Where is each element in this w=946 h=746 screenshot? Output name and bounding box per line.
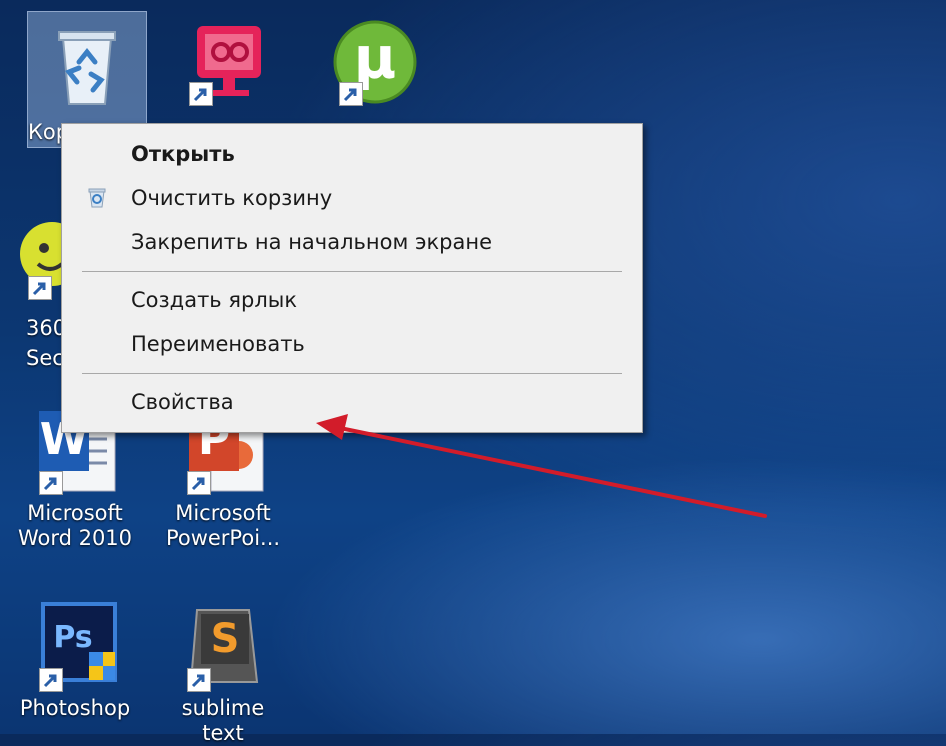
- menu-item-label: Закрепить на начальном экране: [131, 230, 493, 254]
- shortcut-arrow-icon: [39, 668, 63, 692]
- menu-item-label: Очистить корзину: [131, 186, 333, 210]
- recycle-bin-icon: [41, 18, 133, 110]
- app-red-desktop-icon[interactable]: [170, 18, 288, 118]
- menu-item-label: Свойства: [131, 390, 234, 414]
- shortcut-arrow-icon: [189, 82, 213, 106]
- sublime-glyph: S: [210, 616, 240, 662]
- shortcut-arrow-icon: [187, 668, 211, 692]
- 360-label-line2: Sec: [26, 346, 64, 370]
- menu-item-pin-to-start[interactable]: Закрепить на начальном экране: [62, 222, 642, 262]
- powerpoint-label-line1: Microsoft: [175, 501, 271, 525]
- shortcut-arrow-icon: [39, 471, 63, 495]
- monitor-app-icon: [183, 18, 275, 110]
- photoshop-desktop-icon[interactable]: Ps Photoshop: [16, 600, 134, 734]
- word-label-line2: Word 2010: [17, 526, 133, 550]
- shortcut-arrow-icon: [339, 82, 363, 106]
- menu-item-open[interactable]: Открыть: [62, 134, 642, 174]
- menu-item-label: Открыть: [131, 142, 235, 166]
- word-label-line1: Microsoft: [27, 501, 123, 525]
- context-menu: Открыть Очистить корзину Закрепить на на…: [61, 123, 643, 433]
- desktop: Кор µ 360 Sec W Microsoft Word 2010 P Mi…: [0, 0, 946, 745]
- photoshop-glyph: Ps: [53, 620, 93, 655]
- menu-item-empty-recycle-bin[interactable]: Очистить корзину: [62, 178, 642, 218]
- sublime-label: sublime text: [181, 696, 265, 745]
- shortcut-arrow-icon: [28, 276, 52, 300]
- powerpoint-label-line2: PowerPoi...: [165, 526, 281, 550]
- shortcut-arrow-icon: [187, 471, 211, 495]
- menu-item-properties[interactable]: Свойства: [62, 382, 642, 422]
- utorrent-icon: µ: [329, 18, 421, 110]
- menu-item-create-shortcut[interactable]: Создать ярлык: [62, 280, 642, 320]
- utorrent-desktop-icon[interactable]: µ: [316, 18, 434, 118]
- sublime-desktop-icon[interactable]: S sublime text: [164, 600, 282, 745]
- menu-separator: [82, 271, 622, 272]
- menu-item-label: Создать ярлык: [131, 288, 298, 312]
- menu-item-rename[interactable]: Переименовать: [62, 324, 642, 364]
- recycle-bin-icon: [86, 187, 108, 209]
- sublime-text-icon: S: [177, 600, 269, 692]
- menu-item-label: Переименовать: [131, 332, 305, 356]
- photoshop-icon: Ps: [29, 600, 121, 692]
- menu-separator: [82, 373, 622, 374]
- photoshop-label: Photoshop: [19, 696, 131, 720]
- utorrent-glyph: µ: [353, 24, 397, 92]
